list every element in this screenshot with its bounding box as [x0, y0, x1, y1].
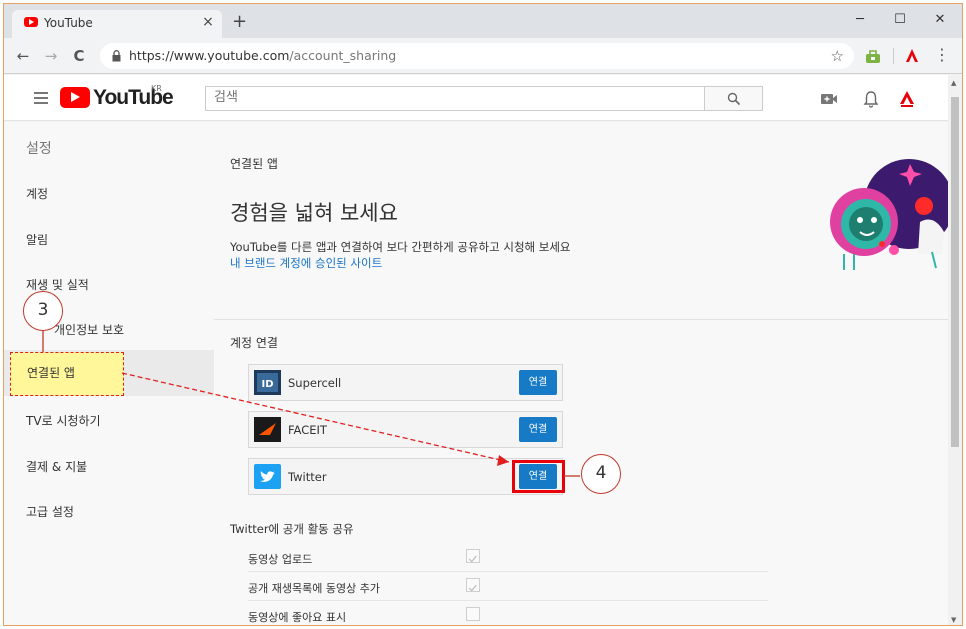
checkmark-icon — [468, 584, 477, 592]
step-4-marker: 4 — [581, 454, 621, 494]
new-tab-button[interactable]: + — [232, 13, 247, 31]
share-option-label: 동영상 업로드 — [248, 553, 313, 566]
hamburger-menu-icon[interactable] — [34, 92, 48, 104]
twitter-logo-icon — [254, 464, 281, 489]
sidebar-item-label: 연결된 앱 — [27, 366, 75, 380]
brand-account-sites-link[interactable]: 내 브랜드 계정에 승인된 사이트 — [230, 255, 382, 271]
youtube-logo-icon[interactable] — [60, 87, 90, 108]
back-button[interactable]: ← — [14, 47, 32, 65]
lock-icon — [112, 50, 121, 62]
bookmark-star-icon[interactable]: ☆ — [831, 47, 844, 65]
toolbar-divider — [893, 48, 894, 64]
browser-toolbar: ← → C https://www.youtube.com/account_sh… — [4, 38, 962, 74]
section-divider — [214, 319, 948, 320]
settings-sidebar: 설정 계정 알림 재생 및 실적 개인정보 보호 연결된 앱 TV로 시청하기 … — [4, 122, 214, 625]
connect-button-supercell[interactable]: 연결 — [519, 370, 557, 395]
step-3-marker: 3 — [23, 291, 63, 331]
svg-text:ID: ID — [261, 379, 273, 390]
url-host: https://www.youtube.com — [129, 48, 290, 63]
sidebar-item-privacy[interactable]: 개인정보 보호 — [54, 321, 124, 338]
scroll-up-icon[interactable]: ▲ — [951, 79, 956, 87]
checkmark-icon — [468, 555, 477, 563]
account-avatar-icon[interactable] — [897, 89, 917, 109]
app-name: Twitter — [288, 470, 327, 484]
faceit-logo-icon — [254, 417, 281, 442]
tab-strip: YouTube × + ─ ☐ ✕ — [4, 4, 962, 38]
browser-menu-icon[interactable]: ⋮ — [934, 46, 950, 64]
close-window-button[interactable]: ✕ — [930, 11, 950, 29]
url-text: https://www.youtube.com/account_sharing — [129, 48, 396, 63]
tab-title: YouTube — [44, 16, 93, 30]
page-title: 연결된 앱 — [230, 157, 278, 171]
url-path: /account_sharing — [289, 48, 397, 63]
browser-window: YouTube × + ─ ☐ ✕ ← → C https://www.yout… — [3, 3, 963, 626]
supercell-logo-icon: ID — [254, 370, 281, 395]
sidebar-item-playback[interactable]: 재생 및 실적 — [26, 276, 89, 293]
address-bar[interactable]: https://www.youtube.com/account_sharing … — [100, 43, 854, 69]
youtube-favicon-icon — [24, 17, 38, 27]
hero-title: 경험을 넓혀 보세요 — [230, 201, 398, 225]
share-option-label: 동영상에 좋아요 표시 — [248, 611, 347, 624]
tab-close-icon[interactable]: × — [200, 14, 216, 30]
twitter-connect-highlight — [512, 460, 565, 493]
sidebar-item-account[interactable]: 계정 — [26, 185, 48, 202]
scroll-down-icon[interactable]: ▼ — [951, 616, 956, 624]
share-option-label: 공개 재생목록에 동영상 추가 — [248, 582, 380, 595]
sidebar-item-connected-apps[interactable]: 연결된 앱 — [10, 352, 124, 396]
extension-icon[interactable] — [863, 46, 883, 66]
search-icon — [727, 92, 741, 106]
connect-button-faceit[interactable]: 연결 — [519, 417, 557, 442]
main-content: 연결된 앱 경험을 넓혀 보세요 YouTube를 다른 앱과 연결하여 보다 … — [214, 122, 950, 625]
connected-apps-illustration — [830, 159, 950, 270]
share-activity-title: Twitter에 공개 활동 공유 — [230, 522, 354, 536]
page-scrollbar[interactable]: ▲ ▼ — [948, 75, 962, 625]
share-option-checkbox[interactable] — [466, 578, 480, 592]
browser-tab[interactable]: YouTube × — [12, 10, 222, 38]
search-input[interactable] — [214, 90, 694, 105]
upload-video-icon[interactable] — [819, 89, 839, 109]
sidebar-item-notifications[interactable]: 알림 — [26, 231, 48, 248]
hero-description: YouTube를 다른 앱과 연결하여 보다 간편하게 공유하고 시청해 보세요 — [230, 240, 571, 254]
sidebar-item-billing[interactable]: 결제 & 지불 — [26, 458, 87, 475]
scroll-thumb[interactable] — [951, 97, 959, 447]
accounts-heading: 계정 연결 — [230, 336, 278, 350]
share-option-checkbox[interactable] — [466, 549, 480, 563]
app-row-faceit: FACEIT 연결 — [248, 411, 563, 448]
notifications-bell-icon[interactable] — [861, 89, 881, 109]
share-option-checkbox[interactable] — [466, 607, 480, 621]
maximize-button[interactable]: ☐ — [890, 11, 910, 29]
sidebar-title: 설정 — [26, 141, 52, 157]
minimize-button[interactable]: ─ — [850, 11, 870, 29]
app-name: Supercell — [288, 376, 342, 390]
search-box[interactable] — [205, 86, 705, 111]
region-code: KR — [151, 84, 162, 93]
app-name: FACEIT — [288, 423, 327, 437]
app-row-supercell: ID Supercell 연결 — [248, 364, 563, 401]
reload-button[interactable]: C — [70, 47, 88, 65]
share-option-row: 공개 재생목록에 동영상 추가 — [248, 573, 768, 601]
sidebar-item-watch-on-tv[interactable]: TV로 시청하기 — [26, 412, 101, 429]
search-button[interactable] — [704, 86, 763, 111]
sidebar-item-advanced[interactable]: 고급 설정 — [26, 503, 74, 520]
forward-button[interactable]: → — [42, 47, 60, 65]
acrobat-icon[interactable] — [902, 46, 922, 66]
share-option-row: 동영상 업로드 — [248, 544, 768, 572]
youtube-header: YouTube KR — [4, 75, 948, 121]
share-option-row: 동영상에 좋아요 표시 — [248, 602, 768, 625]
